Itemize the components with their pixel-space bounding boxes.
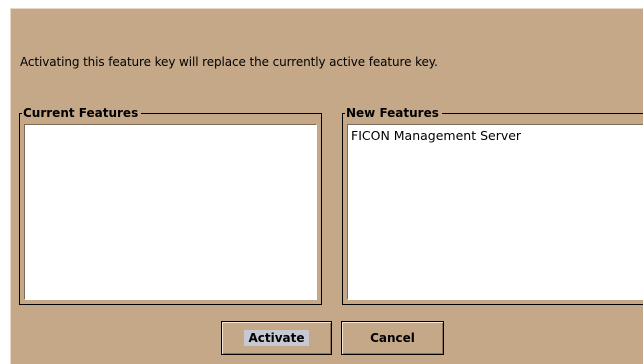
current-features-group: Current Features [19, 105, 322, 305]
activate-feature-key-dialog: Activating this feature key will replace… [10, 8, 643, 364]
new-features-group: New Features FICON Management Server [342, 105, 643, 305]
cancel-button-label: Cancel [370, 331, 415, 345]
activate-button[interactable]: Activate [221, 321, 332, 355]
replace-warning-message: Activating this feature key will replace… [20, 55, 438, 69]
current-features-title: Current Features [22, 105, 142, 121]
list-item[interactable]: FICON Management Server [348, 125, 643, 143]
activate-button-label: Activate [244, 330, 309, 346]
new-features-title: New Features [345, 105, 442, 121]
current-features-list[interactable] [24, 124, 317, 300]
new-features-list[interactable]: FICON Management Server [347, 124, 643, 300]
cancel-button[interactable]: Cancel [341, 321, 444, 355]
